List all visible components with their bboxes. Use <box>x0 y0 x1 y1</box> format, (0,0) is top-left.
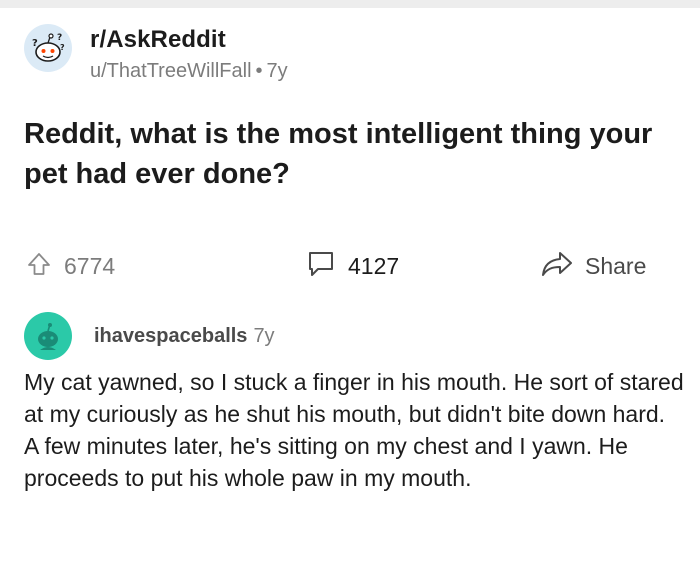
byline-separator: • <box>255 60 263 82</box>
upvote-count: 6774 <box>64 252 116 279</box>
post-title[interactable]: Reddit, what is the most intelligent thi… <box>24 114 684 194</box>
comment-header: ihavespaceballs 7y <box>24 312 275 360</box>
subreddit-name[interactable]: r/AskReddit <box>90 26 288 54</box>
post-actions: 6774 4127 Share <box>26 246 676 286</box>
snoo-avatar-icon[interactable] <box>24 312 72 360</box>
share-arrow-icon <box>541 250 573 283</box>
askreddit-snoo-icon[interactable]: ? ? ? <box>24 24 72 72</box>
comment-body: My cat yawned, so I stuck a finger in hi… <box>24 369 684 491</box>
comment-bubble-icon <box>306 249 336 284</box>
comment-username[interactable]: ihavespaceballs <box>94 325 247 348</box>
upvote-button[interactable]: 6774 <box>26 246 115 286</box>
post-age: 7y <box>266 60 288 82</box>
comment-count: 4127 <box>348 252 400 279</box>
svg-text:?: ? <box>57 33 62 43</box>
upvote-arrow-icon[interactable] <box>26 251 52 282</box>
svg-text:?: ? <box>60 43 65 52</box>
top-divider <box>0 0 700 8</box>
share-label: Share <box>585 252 647 279</box>
comments-button[interactable]: 4127 <box>306 246 399 286</box>
share-button[interactable]: Share <box>541 246 646 286</box>
post-header: ? ? ? r/AskReddit u/ThatTreeWillFall • 7y <box>24 24 288 83</box>
comment-age: 7y <box>253 324 275 347</box>
post-byline: u/ThatTreeWillFall • 7y <box>90 60 288 83</box>
post-author[interactable]: u/ThatTreeWillFall <box>90 60 252 82</box>
svg-text:?: ? <box>32 38 38 49</box>
